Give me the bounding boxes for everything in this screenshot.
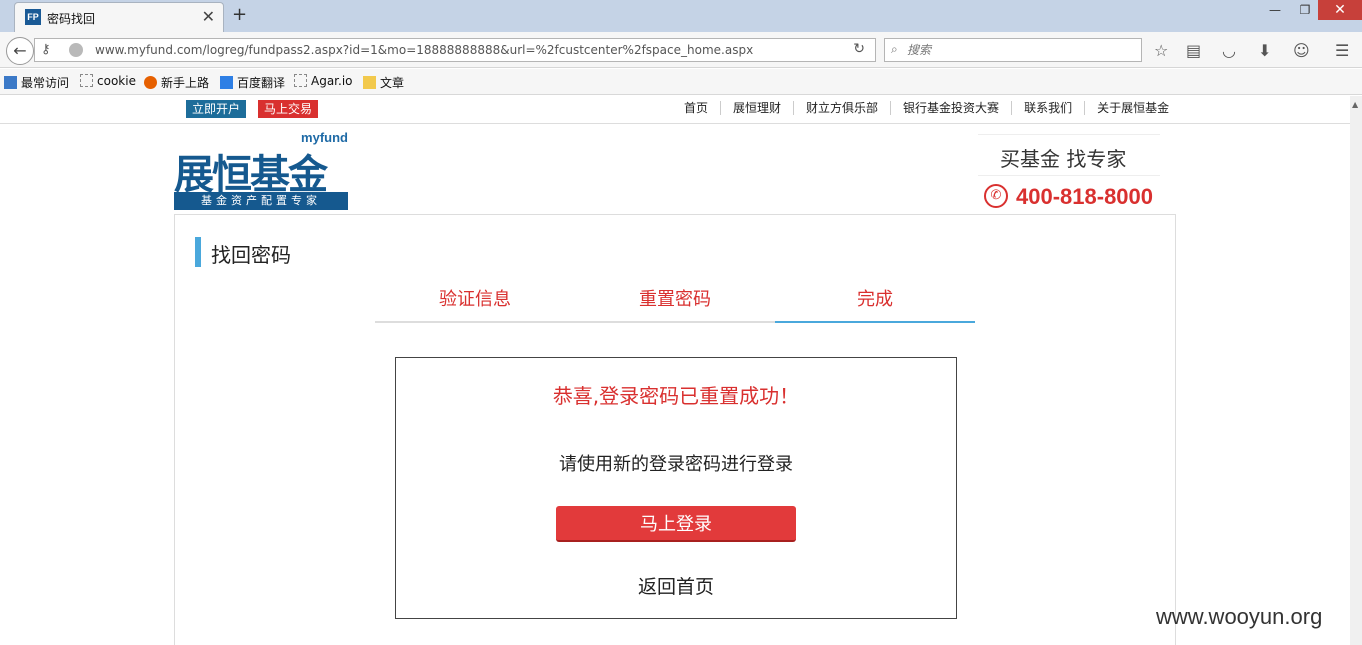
- bookmark-label: cookie: [97, 74, 136, 88]
- page-title: 找回密码: [211, 243, 291, 267]
- nav-contest[interactable]: 银行基金投资大赛: [891, 101, 1013, 115]
- page-icon: [294, 74, 307, 87]
- hello-icon[interactable]: ☺: [1293, 41, 1310, 60]
- bookmark-most-visited[interactable]: 最常访问: [4, 74, 69, 91]
- watermark: www.wooyun.org: [1156, 604, 1323, 629]
- phone-icon: ✆: [984, 184, 1008, 208]
- page-scrollbar[interactable]: ▲: [1350, 96, 1362, 645]
- reading-list-icon[interactable]: ▤: [1186, 41, 1201, 60]
- search-icon: ⌕: [891, 42, 898, 56]
- nav-club[interactable]: 财立方俱乐部: [794, 101, 892, 115]
- close-tab-icon[interactable]: ✕: [202, 7, 215, 26]
- address-bar[interactable]: ⚷ www.myfund.com/logreg/fundpass2.aspx?i…: [34, 38, 876, 62]
- bookmark-agario[interactable]: Agar.io: [294, 74, 353, 88]
- site-top-nav: 首页 展恒理财 财立方俱乐部 银行基金投资大赛 联系我们 关于展恒基金: [672, 101, 1181, 115]
- search-input[interactable]: [907, 42, 1127, 58]
- nav-home[interactable]: 首页: [672, 101, 722, 115]
- page-icon: [80, 74, 93, 87]
- progress-steps: 验证信息 重置密码 完成: [375, 285, 975, 323]
- folder-icon: [363, 76, 376, 89]
- download-icon[interactable]: ⬇: [1258, 41, 1271, 60]
- bookmark-label: Agar.io: [311, 74, 353, 88]
- scroll-up-arrow-icon[interactable]: ▲: [1352, 100, 1358, 109]
- bookmarks-toolbar: 最常访问 cookie 新手上路 百度翻译 Agar.io 文章: [0, 69, 1362, 95]
- page-viewport: 立即开户 马上交易 首页 展恒理财 财立方俱乐部 银行基金投资大赛 联系我们 关…: [0, 96, 1362, 645]
- minimize-window-button[interactable]: —: [1258, 0, 1292, 20]
- return-home-link[interactable]: 返回首页: [396, 572, 956, 599]
- step-reset: 重置密码: [639, 289, 711, 310]
- key-icon[interactable]: ⚷: [41, 42, 51, 57]
- firefox-icon: [144, 76, 157, 89]
- browser-navbar: ← ⚷ www.myfund.com/logreg/fundpass2.aspx…: [0, 32, 1362, 68]
- translate-icon: [220, 76, 233, 89]
- browser-tab[interactable]: FP 密码找回 ✕: [14, 2, 224, 32]
- nav-about[interactable]: 关于展恒基金: [1085, 101, 1181, 115]
- bookmark-articles-folder[interactable]: 文章: [363, 74, 404, 91]
- bookmark-label: 最常访问: [21, 76, 70, 90]
- maximize-window-button[interactable]: ❐: [1288, 0, 1322, 20]
- open-account-button[interactable]: 立即开户: [186, 100, 247, 118]
- header-slogan: 买基金 找专家: [978, 134, 1160, 176]
- section-accent-bar: [195, 237, 201, 267]
- back-button[interactable]: ←: [6, 37, 34, 65]
- result-box: 恭喜,登录密码已重置成功！ 请使用新的登录密码进行登录 马上登录 返回首页: [395, 357, 957, 619]
- bookmark-star-icon[interactable]: ☆: [1154, 41, 1168, 60]
- bookmark-cookie[interactable]: cookie: [80, 74, 136, 88]
- bookmark-getting-started[interactable]: 新手上路: [144, 74, 209, 91]
- reset-password-panel: 找回密码 验证信息 重置密码 完成 恭喜,登录密码已重置成功！ 请使用新的登录密…: [174, 214, 1176, 645]
- search-bar[interactable]: ⌕: [884, 38, 1142, 62]
- bookmark-label: 百度翻译: [237, 76, 286, 90]
- step-complete: 完成: [775, 285, 975, 323]
- slogan-text: 买基金 找专家: [1000, 147, 1127, 171]
- menu-icon[interactable]: ☰: [1335, 41, 1349, 60]
- bookmark-label: 文章: [380, 76, 405, 90]
- close-window-button[interactable]: ✕: [1318, 0, 1362, 20]
- nav-contact[interactable]: 联系我们: [1012, 101, 1086, 115]
- login-now-button[interactable]: 马上登录: [556, 506, 796, 542]
- trade-now-button[interactable]: 马上交易: [258, 100, 319, 118]
- new-tab-button[interactable]: +: [232, 4, 247, 25]
- success-message: 恭喜,登录密码已重置成功！: [552, 384, 800, 408]
- bookmark-label: 新手上路: [161, 76, 210, 90]
- nav-wealth[interactable]: 展恒理财: [721, 101, 795, 115]
- site-top-strip: 立即开户 马上交易 首页 展恒理财 财立方俱乐部 银行基金投资大赛 联系我们 关…: [0, 96, 1350, 124]
- logo-slogan: 基金资产配置专家: [174, 192, 348, 210]
- most-visited-icon: [4, 76, 17, 89]
- bookmark-baidu-translate[interactable]: 百度翻译: [220, 74, 285, 91]
- reload-icon[interactable]: ↻: [853, 41, 865, 57]
- url-text[interactable]: www.myfund.com/logreg/fundpass2.aspx?id=…: [95, 43, 753, 57]
- phone-number: 400-818-8000: [1016, 184, 1154, 209]
- site-logo[interactable]: myfund 展恒基金 基金资产配置专家: [174, 130, 348, 210]
- browser-tabbar: FP 密码找回 ✕ + — ❐ ✕: [0, 0, 1362, 32]
- globe-icon: [69, 43, 83, 57]
- info-message: 请使用新的登录密码进行登录: [559, 454, 793, 475]
- step-verify: 验证信息: [439, 289, 511, 310]
- site-favicon-icon: FP: [25, 9, 41, 25]
- tab-title: 密码找回: [47, 12, 96, 26]
- pocket-icon[interactable]: ◡: [1222, 41, 1236, 60]
